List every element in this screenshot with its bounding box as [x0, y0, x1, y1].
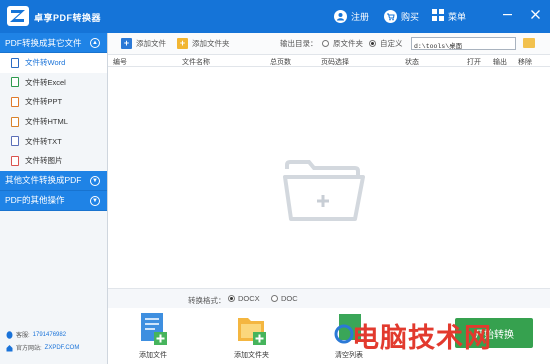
radio-custom-indicator	[369, 40, 376, 47]
contact-qq: 客服: 1791476982	[6, 330, 66, 339]
sidebar-item-label: 文件转TXT	[25, 136, 62, 146]
watermark-text: 电脑技术网	[352, 323, 492, 354]
empty-folder-icon	[283, 160, 365, 221]
col-page-select: 页码选择	[321, 59, 349, 66]
add-folder-icon: +	[177, 38, 188, 49]
format-label: 转换格式：	[188, 296, 226, 305]
output-dir-text: 输出目录：	[280, 39, 318, 48]
bottom-add-file-button[interactable]: 添加文件	[138, 312, 168, 360]
output-path-input[interactable]: d:\tools\桌面	[411, 37, 516, 50]
sidebar-item-excel[interactable]: 文件转Excel	[0, 73, 107, 93]
col-pages: 总页数	[270, 59, 291, 66]
word-file-icon	[11, 57, 19, 68]
user-icon	[334, 9, 347, 23]
browse-folder-icon[interactable]	[523, 38, 535, 48]
register-label: 注册	[351, 11, 370, 22]
col-filename: 文件名称	[182, 59, 210, 66]
ppt-file-icon	[11, 96, 19, 107]
qq-icon	[6, 330, 13, 339]
category-other-to-pdf[interactable]: 其他文件转换成PDF ▼	[0, 170, 107, 191]
app-logo-icon	[7, 6, 29, 26]
minimize-button[interactable]	[500, 7, 514, 21]
chevron-down-icon: ▼	[90, 175, 100, 186]
category-pdf-operations[interactable]: PDF的其他操作 ▼	[0, 190, 107, 211]
html-file-icon	[11, 116, 19, 127]
col-index: 编号	[113, 59, 127, 66]
radio-docx-indicator	[228, 295, 235, 302]
format-doc-label: DOC	[281, 294, 298, 303]
format-bar: 转换格式： DOCX DOC	[108, 288, 550, 308]
sidebar: PDF转换成其它文件 ▲ 文件转Word 文件转Excel 文件转PPT 文件转…	[0, 33, 108, 364]
sidebar-item-txt[interactable]: 文件转TXT	[0, 131, 107, 151]
sidebar-item-label: 文件转Excel	[25, 77, 66, 87]
bottom-add-folder-button[interactable]: 添加文件夹	[234, 312, 269, 360]
bottom-add-file-label: 添加文件	[139, 352, 167, 359]
sidebar-item-label: 文件转图片	[25, 156, 63, 166]
sidebar-item-label: 文件转PPT	[25, 97, 63, 107]
col-open: 打开	[467, 59, 481, 66]
sidebar-item-label: 文件转HTML	[25, 117, 68, 127]
col-output: 输出	[493, 59, 507, 66]
minimize-icon	[502, 13, 512, 15]
add-file-large-icon	[141, 313, 167, 345]
radio-source-indicator	[322, 40, 329, 47]
chevron-down-icon: ▼	[90, 195, 100, 206]
contact-site: 官方网站: ZXPDF.COM	[6, 343, 79, 352]
txt-file-icon	[11, 136, 19, 147]
site-link[interactable]: ZXPDF.COM	[45, 345, 80, 351]
format-docx-label: DOCX	[238, 294, 260, 303]
image-file-icon	[11, 155, 19, 166]
radio-source-label: 原文件夹	[333, 39, 363, 48]
sidebar-item-label: 文件转Word	[25, 58, 66, 68]
radio-source-folder[interactable]: 原文件夹	[322, 38, 363, 49]
add-file-label: 添加文件	[136, 39, 166, 48]
radio-doc-indicator	[271, 295, 278, 302]
cart-icon	[384, 9, 397, 23]
bottom-add-folder-label: 添加文件夹	[234, 352, 269, 359]
close-button[interactable]	[528, 7, 542, 21]
excel-file-icon	[11, 77, 19, 88]
sidebar-item-ppt[interactable]: 文件转PPT	[0, 92, 107, 112]
grid-menu-icon	[432, 9, 444, 23]
sidebar-item-word[interactable]: 文件转Word	[0, 53, 107, 73]
buy-label: 购买	[401, 11, 420, 22]
category-label: PDF转换成其它文件	[5, 37, 82, 48]
category-label: 其他文件转换成PDF	[5, 175, 82, 186]
output-dir-label: 输出目录：	[280, 38, 318, 49]
toolbar: + 添加文件 + 添加文件夹 输出目录： 原文件夹 自定义 d:\tools\桌…	[108, 33, 550, 55]
category-pdf-to-other[interactable]: PDF转换成其它文件 ▲	[0, 33, 107, 53]
site-label: 官方网站:	[16, 346, 42, 352]
format-doc-option[interactable]: DOC	[271, 294, 298, 303]
category-label: PDF的其他操作	[5, 195, 65, 206]
format-docx-option[interactable]: DOCX	[228, 294, 260, 303]
register-button[interactable]: 注册	[334, 8, 369, 24]
home-icon	[6, 344, 13, 351]
sidebar-item-image[interactable]: 文件转图片	[0, 151, 107, 171]
chevron-up-icon: ▲	[90, 38, 100, 48]
col-remove: 移除	[518, 59, 532, 66]
add-folder-button[interactable]: + 添加文件夹	[177, 38, 230, 49]
qq-link[interactable]: 1791476982	[33, 332, 66, 338]
file-table-header: 编号 文件名称 总页数 页码选择 状态 打开 输出 移除	[108, 55, 550, 67]
add-folder-large-icon	[237, 318, 266, 345]
qq-label: 客服:	[16, 333, 30, 339]
col-status: 状态	[405, 59, 419, 66]
file-list[interactable]	[108, 67, 550, 288]
buy-button[interactable]: 购买	[384, 8, 419, 24]
sidebar-item-html[interactable]: 文件转HTML	[0, 112, 107, 132]
add-file-icon: +	[121, 38, 132, 49]
radio-custom[interactable]: 自定义	[369, 38, 403, 49]
menu-label: 菜单	[448, 11, 467, 22]
menu-button[interactable]: 菜单	[432, 8, 466, 24]
radio-custom-label: 自定义	[380, 39, 403, 48]
add-file-button[interactable]: + 添加文件	[121, 38, 166, 49]
title-bar: 卓享PDF转换器 注册 购买 菜单	[0, 0, 550, 33]
app-title: 卓享PDF转换器	[34, 13, 102, 23]
close-icon	[530, 9, 540, 19]
add-folder-label: 添加文件夹	[192, 39, 230, 48]
